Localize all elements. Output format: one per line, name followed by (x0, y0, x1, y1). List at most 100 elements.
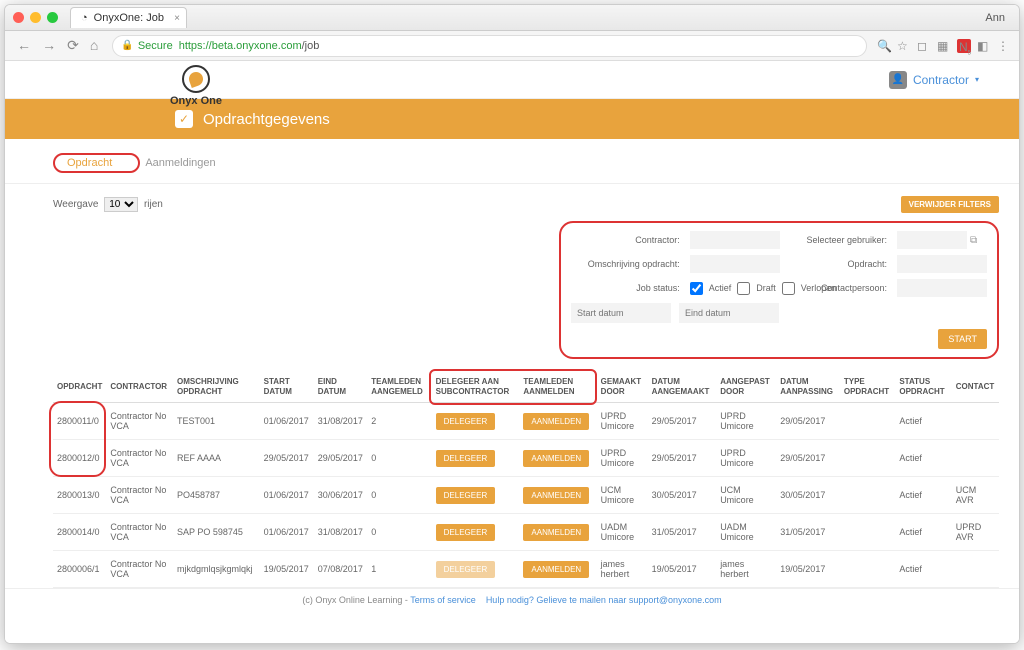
avatar-icon: 👤 (889, 71, 907, 89)
column-header[interactable]: START DATUM (260, 371, 314, 403)
cell: UCM AVR (952, 477, 999, 514)
cell: TEST001 (173, 403, 260, 440)
column-header[interactable]: DATUM AANGEMAAKT (648, 371, 717, 403)
filter-label: Omschrijving opdracht: (571, 259, 680, 269)
ext-badge[interactable]: N5 (957, 39, 971, 53)
filter-label: Selecteer gebruiker: (790, 235, 887, 245)
column-header[interactable]: OPDRACHT (53, 371, 106, 403)
column-header[interactable]: OMSCHRIJVING OPDRACHT (173, 371, 260, 403)
column-header[interactable]: CONTACT (952, 371, 999, 403)
cell: 29/05/2017 (648, 403, 717, 440)
draft-checkbox[interactable] (737, 282, 750, 295)
menu-icon[interactable]: ⋮ (997, 39, 1011, 53)
aanmelden-button[interactable]: AANMELDEN (523, 524, 589, 541)
column-header[interactable]: DATUM AANPASSING (776, 371, 840, 403)
delegeer-button: DELEGEER (436, 561, 496, 578)
window-controls[interactable] (13, 12, 58, 23)
table-row: 2800014/0Contractor No VCASAP PO 5987450… (53, 514, 999, 551)
browser-titlebar: ◔ OnyxOne: Job × Ann (5, 5, 1019, 31)
banner-title: Opdrachtgegevens (203, 111, 330, 128)
contact-input[interactable] (897, 279, 987, 297)
cell: 2800012/0 (53, 440, 106, 477)
table-row: 2800006/1Contractor No VCAmjkdgmlqsjkgml… (53, 551, 999, 588)
column-header[interactable]: EIND DATUM (314, 371, 367, 403)
delegeer-button[interactable]: DELEGEER (436, 524, 496, 541)
column-header[interactable]: TEAMLEDEN AANMELDEN (519, 371, 596, 403)
close-icon[interactable]: × (174, 13, 180, 24)
cell: 01/06/2017 (260, 514, 314, 551)
cell: 2800006/1 (53, 551, 106, 588)
page-banner: ✓ Opdrachtgegevens (5, 99, 1019, 139)
start-date-input[interactable] (571, 303, 671, 323)
actief-checkbox[interactable] (690, 282, 703, 295)
cell: 0 (367, 514, 431, 551)
start-button[interactable]: START (938, 329, 987, 349)
description-input[interactable] (690, 255, 780, 273)
delegeer-button[interactable]: DELEGEER (436, 487, 496, 504)
cell: UADM Umicore (716, 514, 776, 551)
column-header[interactable]: STATUS OPDRACHT (895, 371, 951, 403)
column-header[interactable]: TYPE OPDRACHT (840, 371, 895, 403)
ext-icon[interactable]: ◧ (977, 39, 991, 53)
column-header[interactable]: CONTRACTOR (106, 371, 173, 403)
cell: 0 (367, 477, 431, 514)
star-icon[interactable]: ☆ (897, 39, 911, 53)
table-row: 2800013/0Contractor No VCAPO45878701/06/… (53, 477, 999, 514)
cell (840, 514, 895, 551)
ext-icon[interactable]: ◻ (917, 39, 931, 53)
cell (952, 551, 999, 588)
delegeer-button[interactable]: DELEGEER (436, 450, 496, 467)
url-path: /job (302, 40, 320, 52)
cell: UPRD AVR (952, 514, 999, 551)
delegeer-button[interactable]: DELEGEER (436, 413, 496, 430)
forward-icon[interactable]: → (42, 37, 56, 53)
cell: 29/05/2017 (776, 403, 840, 440)
cell: UPRD Umicore (716, 403, 776, 440)
user-dropdown[interactable]: 👤 Contractor ▾ (889, 71, 979, 89)
logo[interactable]: Onyx One (170, 65, 222, 107)
contractor-input[interactable] (690, 231, 780, 249)
cell: Contractor No VCA (106, 440, 173, 477)
user-input[interactable] (897, 231, 967, 249)
aanmelden-button[interactable]: AANMELDEN (523, 413, 589, 430)
column-header[interactable]: AANGEPAST DOOR (716, 371, 776, 403)
address-bar[interactable]: 🔒 Secure https://beta.onyxone.com /job (112, 35, 867, 57)
profile-name[interactable]: Ann (985, 12, 1011, 24)
secure-label: Secure (138, 40, 173, 52)
browser-toolbar: ← → ⟳ ⌂ 🔒 Secure https://beta.onyxone.co… (5, 31, 1019, 61)
cell: UCM Umicore (716, 477, 776, 514)
reload-icon[interactable]: ⟳ (67, 37, 79, 53)
cell (840, 440, 895, 477)
cell: UCM Umicore (597, 477, 648, 514)
tab-aanmeldingen[interactable]: Aanmeldingen (143, 153, 217, 173)
help-link[interactable]: Hulp nodig? Gelieve te mailen naar suppo… (486, 595, 722, 605)
column-header[interactable]: DELEGEER AAN SUBCONTRACTOR (432, 371, 520, 403)
cell: UPRD Umicore (597, 440, 648, 477)
rows-select[interactable]: 10 (104, 197, 138, 212)
column-header[interactable]: GEMAAKT DOOR (597, 371, 648, 403)
ext-icon[interactable]: ▦ (937, 39, 951, 53)
end-date-input[interactable] (679, 303, 779, 323)
cell: 30/06/2017 (314, 477, 367, 514)
copy-icon[interactable]: ⧉ (970, 235, 977, 246)
browser-tab[interactable]: ◔ OnyxOne: Job × (70, 7, 187, 28)
cell: 2 (367, 403, 431, 440)
cell: 30/05/2017 (776, 477, 840, 514)
aanmelden-button[interactable]: AANMELDEN (523, 450, 589, 467)
table-row: 2800012/0Contractor No VCAREF AAAA29/05/… (53, 440, 999, 477)
footer: (c) Onyx Online Learning - Terms of serv… (5, 588, 1019, 611)
filter-label: Job status: (571, 283, 680, 293)
cell: 2800014/0 (53, 514, 106, 551)
aanmelden-button[interactable]: AANMELDEN (523, 561, 589, 578)
home-icon[interactable]: ⌂ (90, 37, 98, 53)
tab-opdracht[interactable]: Opdracht (65, 153, 114, 173)
tos-link[interactable]: Terms of service (410, 595, 476, 605)
user-label: Contractor (913, 73, 969, 87)
column-header[interactable]: TEAMLEDEN AANGEMELD (367, 371, 431, 403)
search-icon[interactable]: 🔍 (877, 39, 891, 53)
opdracht-input[interactable] (897, 255, 987, 273)
back-icon[interactable]: ← (17, 37, 31, 53)
aanmelden-button[interactable]: AANMELDEN (523, 487, 589, 504)
clear-filters-button[interactable]: VERWIJDER FILTERS (901, 196, 999, 213)
cell: PO458787 (173, 477, 260, 514)
